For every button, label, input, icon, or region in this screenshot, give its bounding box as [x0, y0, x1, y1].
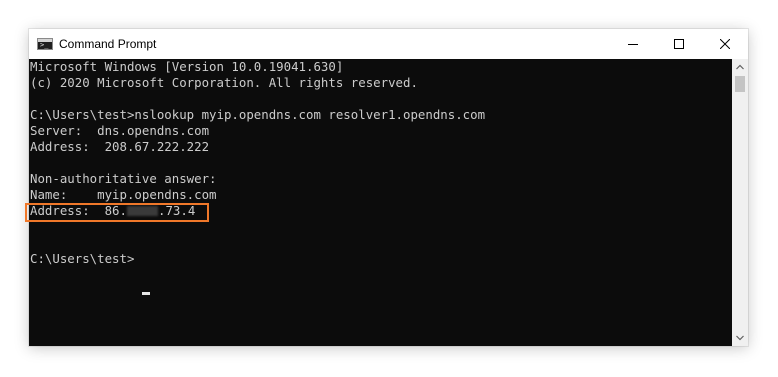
window-title: Command Prompt [59, 37, 157, 51]
text-cursor [142, 292, 150, 295]
chevron-down-icon [736, 335, 744, 341]
console-line-prompt: C:\Users\test> [30, 251, 135, 266]
console-line-command: C:\Users\test>nslookup myip.opendns.com … [30, 107, 486, 122]
close-button[interactable] [702, 29, 748, 59]
console-line-copyright: (c) 2020 Microsoft Corporation. All righ… [30, 75, 418, 90]
title-bar[interactable]: >_ Command Prompt [29, 29, 748, 59]
scroll-thumb[interactable] [735, 76, 745, 92]
cmd-icon: >_ [37, 38, 53, 50]
console-line-server: Server: dns.opendns.com [30, 123, 210, 138]
scroll-down-button[interactable] [732, 330, 748, 346]
console-line-version: Microsoft Windows [Version 10.0.19041.63… [30, 59, 344, 74]
command-prompt-window: >_ Command Prompt Microsoft Windows [Ver… [29, 29, 748, 346]
console-line-server-address: Address: 208.67.222.222 [30, 139, 210, 154]
chevron-up-icon [736, 64, 744, 70]
close-icon [720, 39, 730, 49]
address-highlight-box [25, 203, 209, 222]
maximize-icon [674, 39, 684, 49]
maximize-button[interactable] [656, 29, 702, 59]
minimize-icon [628, 44, 638, 45]
console-line-name: Name: myip.opendns.com [30, 187, 217, 202]
console-line-non-authoritative: Non-authoritative answer: [30, 171, 217, 186]
minimize-button[interactable] [610, 29, 656, 59]
vertical-scrollbar[interactable] [732, 59, 748, 346]
scroll-up-button[interactable] [732, 59, 748, 75]
cmd-icon-prompt: >_ [40, 41, 49, 49]
